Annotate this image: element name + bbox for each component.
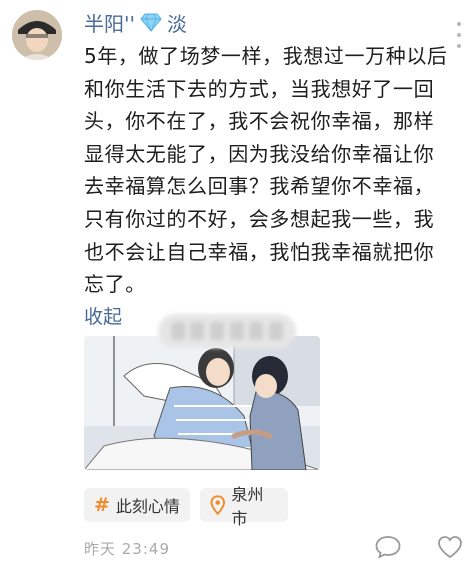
comment-icon[interactable]	[374, 534, 402, 560]
username-prefix: 半阳''	[84, 11, 135, 36]
location-tag[interactable]: 泉州市	[200, 485, 288, 528]
hash-icon: #	[94, 494, 110, 516]
avatar[interactable]	[12, 10, 62, 60]
topic-tag[interactable]: # 此刻心情	[84, 488, 190, 522]
post-time: 昨天 23:49	[84, 540, 170, 558]
hospital-illustration	[84, 336, 320, 470]
avatar-image	[12, 10, 62, 60]
username-suffix: 淡	[167, 11, 187, 36]
collapse-link[interactable]: 收起	[84, 302, 122, 329]
heart-icon[interactable]	[436, 534, 464, 560]
blurred-overlay	[158, 314, 296, 348]
location-tag-label: 泉州市	[231, 485, 264, 528]
topic-tag-label: 此刻心情	[115, 497, 180, 516]
username[interactable]: 半阳'' 淡	[84, 8, 187, 36]
diamond-icon	[140, 13, 162, 32]
more-options-icon[interactable]	[454, 22, 464, 48]
post-image[interactable]	[84, 336, 320, 470]
post-text: 5年，做了场梦一样，我想过一万种以后和你生活下去的方式，当我想好了一回头，你不在…	[84, 44, 448, 297]
location-pin-icon	[210, 495, 226, 515]
